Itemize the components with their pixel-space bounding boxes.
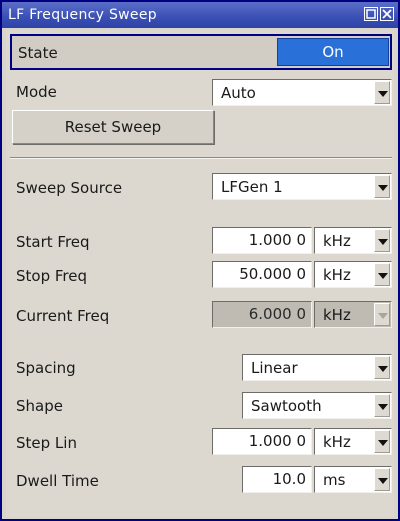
- dialog-body: State On Mode Auto Reset Sweep Sweep Sou…: [6, 30, 394, 517]
- dwell-time-label: Dwell Time: [16, 472, 99, 490]
- state-row: State On: [10, 34, 392, 70]
- chevron-down-icon[interactable]: [374, 229, 390, 252]
- stop-freq-label: Stop Freq: [16, 267, 87, 285]
- chevron-down-icon[interactable]: [374, 468, 390, 491]
- current-freq-readout: 6.000 0: [212, 301, 312, 328]
- current-freq-unit: kHz: [314, 301, 392, 328]
- restore-icon[interactable]: [364, 7, 378, 21]
- close-icon[interactable]: [380, 7, 394, 21]
- chevron-down-icon[interactable]: [374, 263, 390, 286]
- dwell-time-unit: ms: [323, 471, 346, 489]
- current-freq-label: Current Freq: [16, 307, 110, 325]
- start-freq-label: Start Freq: [16, 233, 90, 251]
- mode-label: Mode: [16, 83, 57, 101]
- shape-value: Sawtooth: [251, 397, 322, 415]
- current-freq-unit-value: kHz: [323, 306, 351, 324]
- spacing-label: Spacing: [16, 359, 76, 377]
- spacing-value: Linear: [251, 359, 298, 377]
- start-freq-unit-select[interactable]: kHz: [314, 227, 392, 254]
- sweep-source-value: LFGen 1: [221, 178, 283, 196]
- chevron-down-icon[interactable]: [374, 356, 390, 379]
- chevron-down-icon: [374, 303, 390, 326]
- divider-highlight: [10, 158, 392, 159]
- start-freq-input[interactable]: 1.000 0: [212, 227, 312, 254]
- window-title: LF Frequency Sweep: [8, 7, 157, 23]
- chevron-down-icon[interactable]: [374, 81, 390, 104]
- spacing-select[interactable]: Linear: [242, 354, 392, 381]
- step-lin-unit: kHz: [323, 433, 351, 451]
- lf-frequency-sweep-window: LF Frequency Sweep State On Mode Auto Re…: [0, 0, 400, 521]
- step-lin-unit-select[interactable]: kHz: [314, 428, 392, 455]
- state-toggle-button[interactable]: On: [277, 38, 389, 66]
- title-bar[interactable]: LF Frequency Sweep: [2, 2, 398, 28]
- stop-freq-input[interactable]: 50.000 0: [212, 261, 312, 288]
- title-buttons: [364, 7, 394, 21]
- chevron-down-icon[interactable]: [374, 175, 390, 198]
- dwell-time-unit-select[interactable]: ms: [314, 466, 392, 493]
- state-label: State: [18, 44, 58, 62]
- reset-sweep-button[interactable]: Reset Sweep: [12, 110, 214, 144]
- shape-select[interactable]: Sawtooth: [242, 392, 392, 419]
- sweep-source-select[interactable]: LFGen 1: [212, 173, 392, 200]
- sweep-source-label: Sweep Source: [16, 179, 123, 197]
- dwell-time-input[interactable]: 10.0: [242, 466, 312, 493]
- step-lin-input[interactable]: 1.000 0: [212, 428, 312, 455]
- stop-freq-unit-select[interactable]: kHz: [314, 261, 392, 288]
- shape-label: Shape: [16, 397, 63, 415]
- stop-freq-unit: kHz: [323, 266, 351, 284]
- step-lin-label: Step Lin: [16, 434, 77, 452]
- chevron-down-icon[interactable]: [374, 430, 390, 453]
- chevron-down-icon[interactable]: [374, 394, 390, 417]
- mode-select[interactable]: Auto: [212, 79, 392, 106]
- start-freq-unit: kHz: [323, 232, 351, 250]
- mode-value: Auto: [221, 84, 256, 102]
